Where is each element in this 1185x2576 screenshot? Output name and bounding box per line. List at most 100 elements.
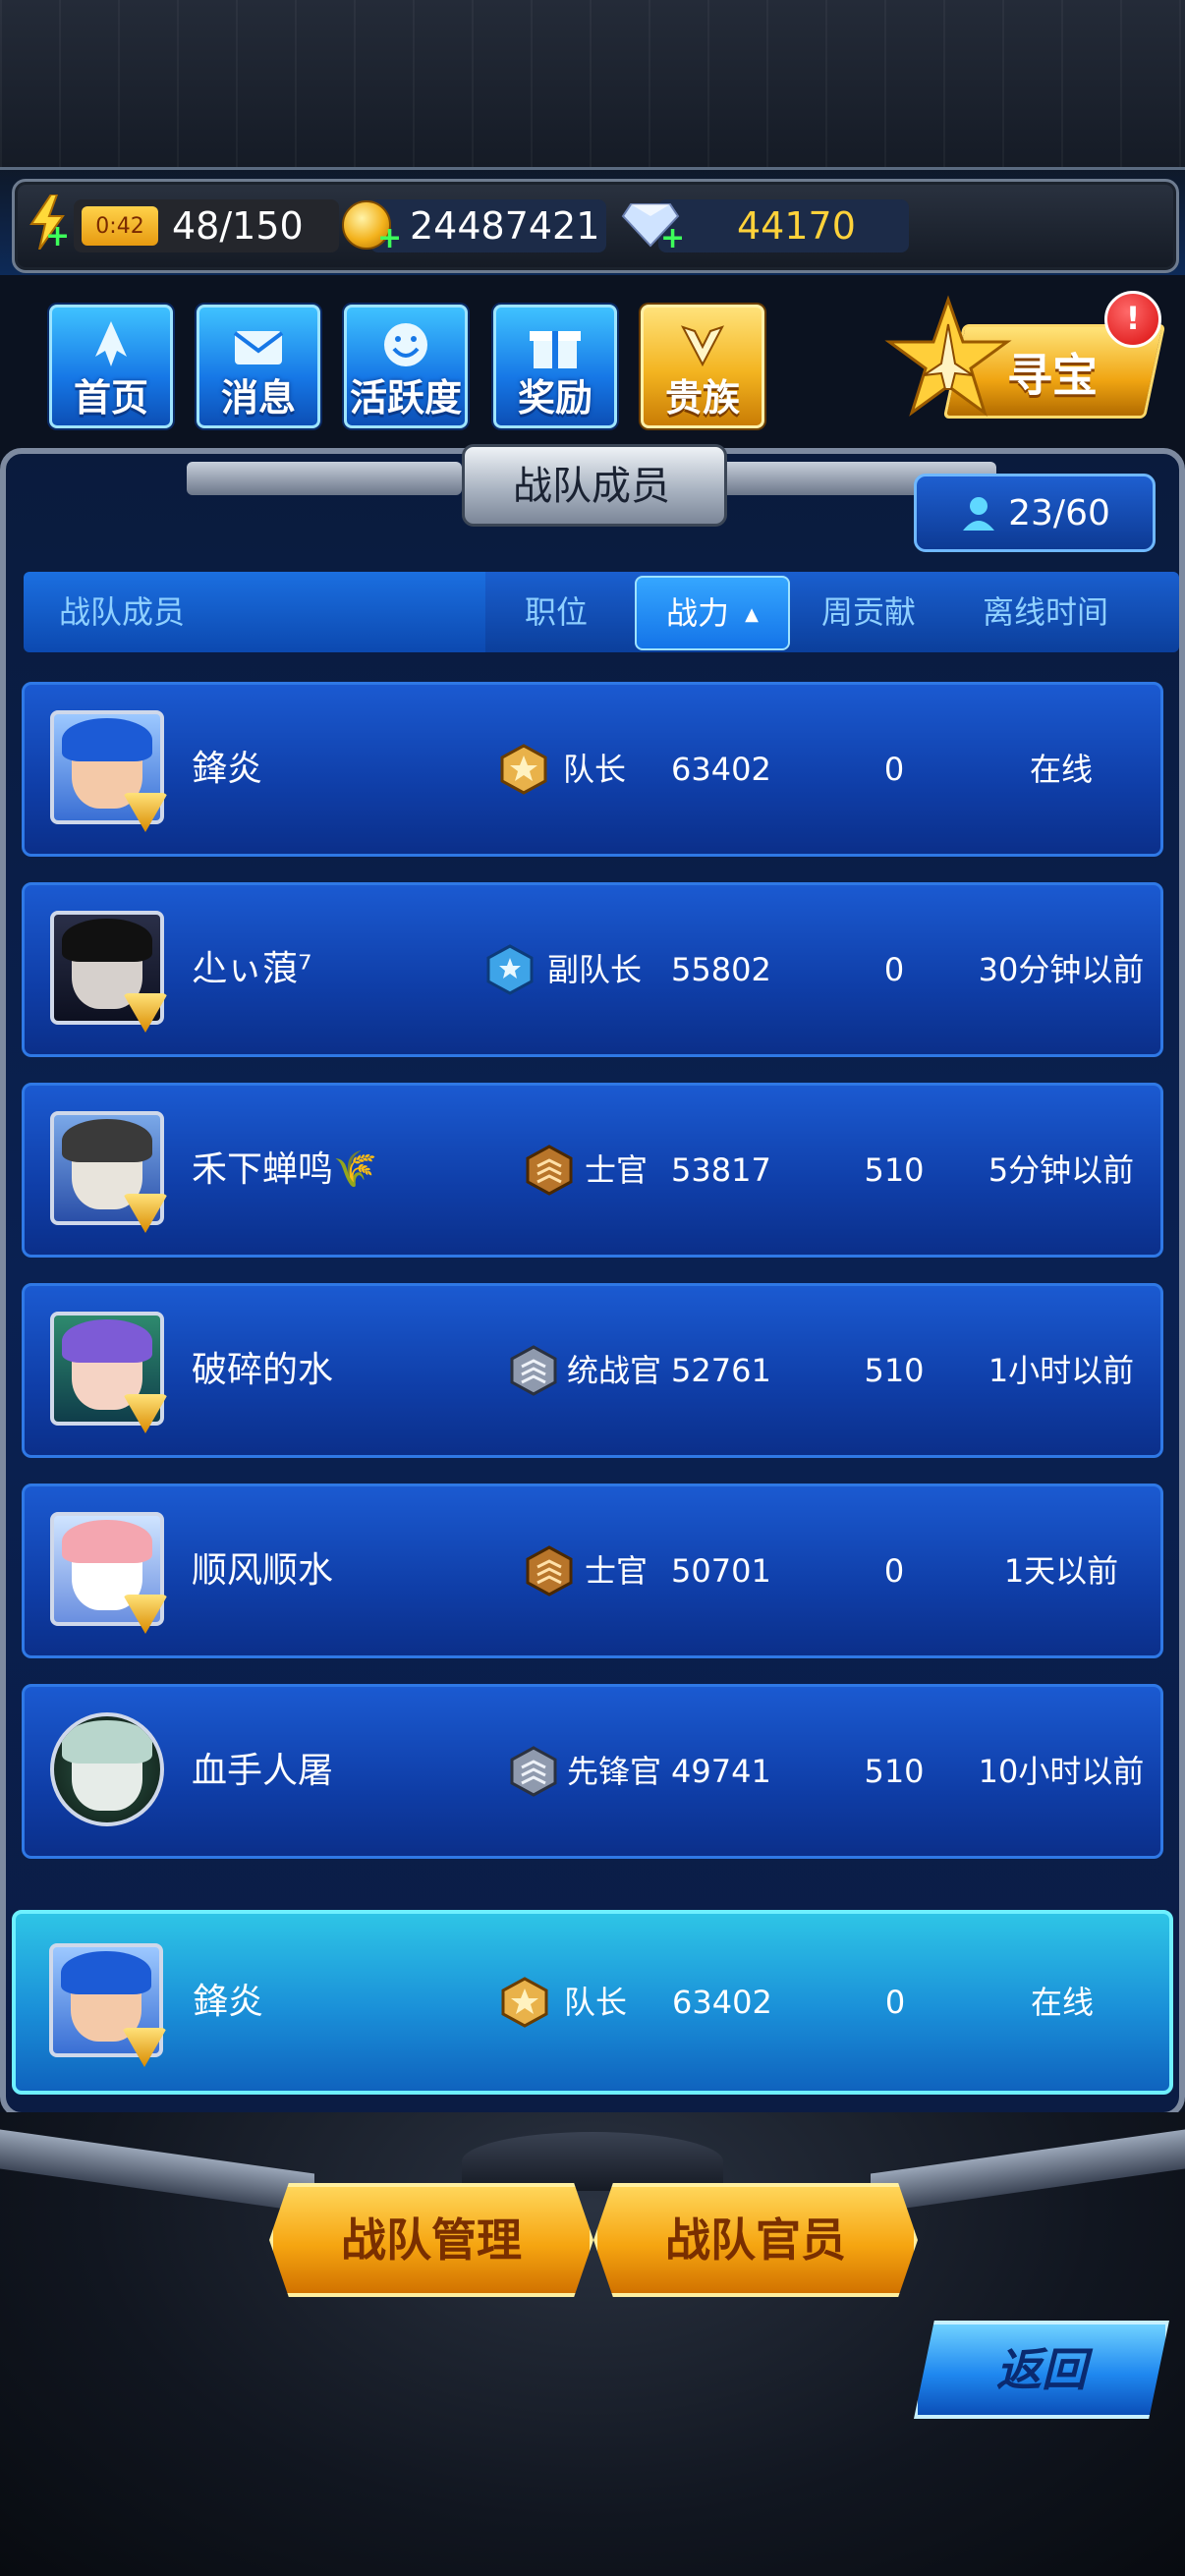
member-power: 52761 bbox=[671, 1352, 771, 1389]
rewards-label: 奖励 bbox=[517, 376, 592, 420]
member-row[interactable]: 顺风顺水 士官 50701 0 1天以前 bbox=[22, 1484, 1163, 1658]
resource-bar: 0:42 48/150 24487421 44170 bbox=[12, 179, 1179, 273]
activity-button[interactable]: 活跃度 bbox=[344, 305, 468, 428]
rewards-button[interactable]: 奖励 bbox=[493, 305, 617, 428]
member-count-pill: 23/60 bbox=[914, 474, 1156, 552]
commissar-rank-icon bbox=[510, 1345, 557, 1396]
member-role: 统战官 bbox=[567, 1352, 662, 1389]
captain-rank-icon bbox=[500, 744, 547, 795]
vanguard-rank-icon bbox=[510, 1746, 557, 1797]
energy-display[interactable]: 0:42 48/150 bbox=[74, 199, 339, 252]
left-strut bbox=[0, 2129, 314, 2213]
member-offline: 1小时以前 bbox=[988, 1352, 1135, 1389]
vip-button[interactable]: 贵族 bbox=[641, 305, 764, 428]
center-hub bbox=[462, 2132, 723, 2191]
member-offline: 在线 bbox=[1030, 1984, 1094, 2021]
back-button[interactable]: 返回 bbox=[914, 2321, 1169, 2419]
member-name: 顺风顺水 bbox=[192, 1550, 334, 1591]
avatar-hair bbox=[62, 1119, 152, 1162]
vip-label: 贵族 bbox=[664, 376, 740, 420]
member-weekly: 0 bbox=[883, 751, 905, 788]
member-role: 士官 bbox=[585, 1151, 649, 1189]
team-manage-button[interactable]: 战队管理 bbox=[269, 2183, 593, 2297]
avatar bbox=[50, 1712, 164, 1826]
energy-timer: 0:42 bbox=[82, 206, 158, 246]
team-manage-label: 战队管理 bbox=[341, 2213, 522, 2267]
jet-star-icon bbox=[884, 295, 1012, 417]
member-offline: 10小时以前 bbox=[978, 1753, 1145, 1790]
treasure-label: 寻宝 bbox=[1007, 349, 1098, 402]
member-power: 49741 bbox=[671, 1753, 771, 1790]
gem-display[interactable]: 44170 bbox=[658, 199, 909, 252]
avatar-hair bbox=[61, 1951, 151, 1994]
member-row[interactable]: 鋒炎 队长 63402 0 在线 bbox=[22, 682, 1163, 857]
member-power: 53817 bbox=[671, 1151, 771, 1189]
member-offline: 5分钟以前 bbox=[988, 1151, 1135, 1189]
energy-plus-icon[interactable]: + bbox=[45, 222, 70, 252]
avatar-hair bbox=[62, 1319, 152, 1363]
member-name: 破碎的水 bbox=[192, 1350, 334, 1390]
team-officers-label: 战队官员 bbox=[665, 2213, 846, 2267]
alert-badge: ! bbox=[1104, 291, 1161, 348]
vice-captain-rank-icon bbox=[486, 944, 534, 995]
home-button[interactable]: 首页 bbox=[49, 305, 173, 428]
home-label: 首页 bbox=[73, 376, 148, 420]
messages-button[interactable]: 消息 bbox=[197, 305, 320, 428]
member-role: 先锋官 bbox=[567, 1753, 662, 1790]
sergeant-rank-icon bbox=[526, 1545, 573, 1596]
header-weekly[interactable]: 周贡献 bbox=[821, 572, 916, 652]
member-weekly: 0 bbox=[883, 951, 905, 988]
member-power: 50701 bbox=[671, 1552, 771, 1590]
member-role: 副队长 bbox=[547, 951, 643, 988]
member-weekly: 0 bbox=[883, 1552, 905, 1590]
member-name: 血手人屠 bbox=[192, 1751, 334, 1791]
user-icon bbox=[963, 497, 995, 531]
member-weekly: 0 bbox=[884, 1984, 906, 2021]
mech-decoration bbox=[0, 0, 1185, 170]
member-count: 23/60 bbox=[1008, 492, 1110, 533]
avatar-hair bbox=[62, 919, 152, 962]
avatar-hair bbox=[62, 718, 152, 761]
avatar-hair bbox=[62, 1720, 152, 1764]
gem-plus-icon[interactable]: + bbox=[660, 224, 685, 253]
header-offline[interactable]: 离线时间 bbox=[983, 572, 1108, 652]
self-member-row[interactable]: 鋒炎 队长 63402 0 在线 bbox=[12, 1910, 1173, 2095]
title-wing-left bbox=[187, 462, 462, 495]
team-officers-button[interactable]: 战队官员 bbox=[593, 2183, 918, 2297]
energy-value: 48/150 bbox=[172, 204, 304, 248]
member-role: 队长 bbox=[563, 751, 627, 788]
member-name: 鋒炎 bbox=[192, 749, 263, 789]
activity-label: 活跃度 bbox=[349, 376, 462, 420]
member-name: 禾下蝉鸣🌾 bbox=[192, 1149, 377, 1190]
member-row[interactable]: 尐ぃ蒗⁷ 副队长 55802 0 30分钟以前 bbox=[22, 882, 1163, 1057]
member-power: 55802 bbox=[671, 951, 771, 988]
member-role: 士官 bbox=[585, 1552, 649, 1590]
back-label: 返回 bbox=[996, 2343, 1087, 2396]
header-power-label: 战力 bbox=[665, 594, 729, 632]
header-position[interactable]: 职位 bbox=[525, 572, 588, 652]
member-row[interactable]: 血手人屠 先锋官 49741 510 10小时以前 bbox=[22, 1684, 1163, 1859]
member-row[interactable]: 破碎的水 统战官 52761 510 1小时以前 bbox=[22, 1283, 1163, 1458]
header-power-sorted[interactable]: 战力 ▲ bbox=[635, 576, 790, 650]
member-row[interactable]: 禾下蝉鸣🌾 士官 53817 510 5分钟以前 bbox=[22, 1083, 1163, 1258]
member-power: 63402 bbox=[672, 1984, 772, 2021]
member-weekly: 510 bbox=[864, 1753, 925, 1790]
coin-plus-icon[interactable]: + bbox=[377, 224, 402, 253]
header-member[interactable]: 战队成员 bbox=[59, 572, 185, 652]
gem-value: 44170 bbox=[737, 204, 856, 248]
member-offline: 1天以前 bbox=[1003, 1552, 1119, 1590]
member-name: 尐ぃ蒗⁷ bbox=[192, 949, 312, 989]
member-offline: 30分钟以前 bbox=[978, 951, 1145, 988]
member-power: 63402 bbox=[671, 751, 771, 788]
table-header: 战队成员 职位 战力 ▲ 周贡献 离线时间 bbox=[24, 572, 1179, 652]
right-strut bbox=[871, 2129, 1185, 2213]
member-offline: 在线 bbox=[1029, 751, 1093, 788]
member-weekly: 510 bbox=[864, 1352, 925, 1389]
member-weekly: 510 bbox=[864, 1151, 925, 1189]
captain-rank-icon bbox=[501, 1977, 548, 2028]
member-role: 队长 bbox=[564, 1984, 628, 2021]
coin-display[interactable]: 24487421 bbox=[370, 199, 606, 252]
sort-up-icon: ▲ bbox=[745, 604, 760, 625]
member-name: 鋒炎 bbox=[193, 1982, 264, 2022]
messages-label: 消息 bbox=[220, 376, 296, 420]
